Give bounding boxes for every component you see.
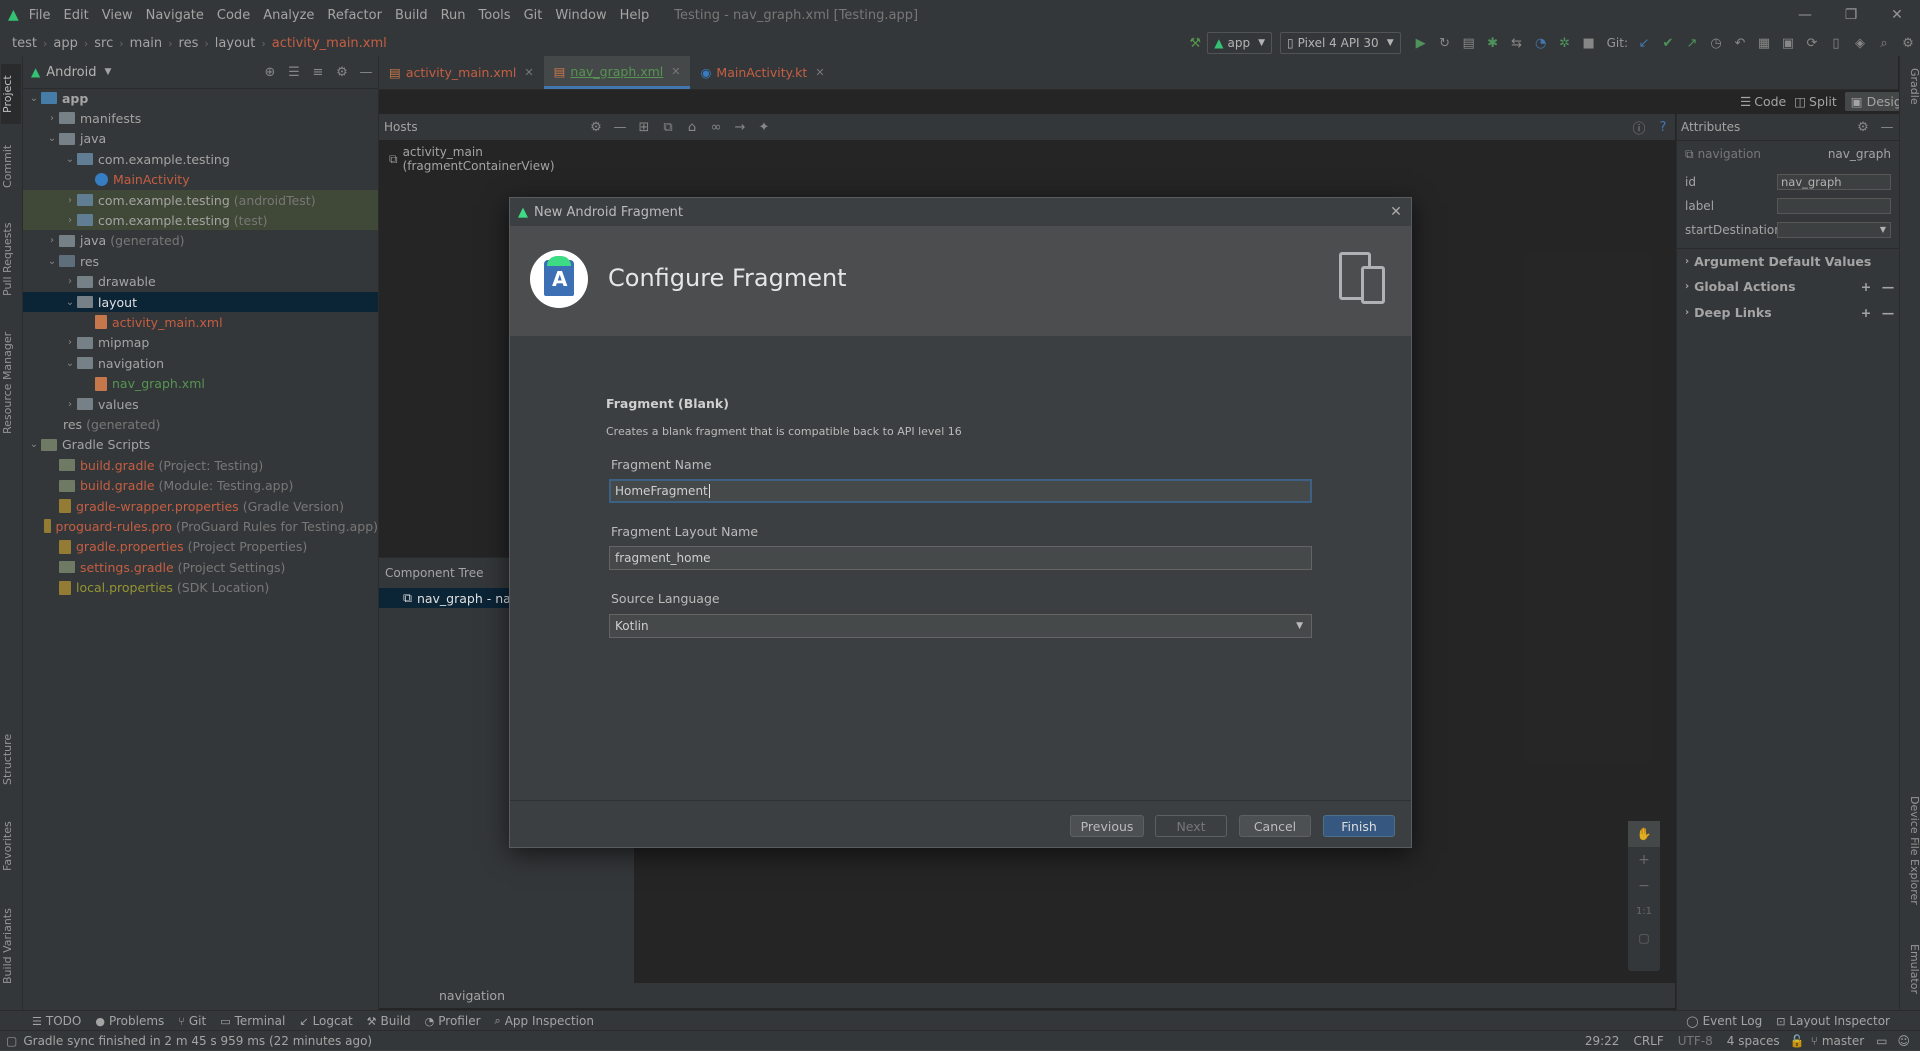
source-language-select[interactable]: Kotlin ▼ (609, 614, 1312, 638)
cancel-button[interactable]: Cancel (1239, 815, 1311, 837)
dialog-window-title: New Android Fragment (534, 204, 683, 220)
layout-name-input[interactable]: fragment_home (609, 546, 1312, 570)
android-studio-logo-icon: A (530, 250, 588, 308)
next-button[interactable]: Next (1155, 815, 1227, 837)
new-fragment-dialog: ▲ New Android Fragment ✕ A Configure Fra… (509, 197, 1412, 848)
fragment-name-label: Fragment Name (611, 457, 712, 472)
text-caret (708, 484, 710, 498)
android-logo-icon: ▲ (518, 204, 528, 220)
dialog-header: A Configure Fragment (510, 226, 1411, 336)
dialog-heading: Configure Fragment (608, 264, 847, 292)
previous-button[interactable]: Previous (1070, 815, 1144, 837)
template-description: Creates a blank fragment that is compati… (606, 425, 962, 438)
layout-name-label: Fragment Layout Name (611, 524, 759, 539)
template-name: Fragment (Blank) (606, 396, 729, 411)
dialog-title-bar: ▲ New Android Fragment ✕ (510, 198, 1411, 226)
close-icon[interactable]: ✕ (1381, 204, 1411, 220)
fragment-name-input[interactable]: HomeFragment (609, 479, 1312, 503)
fragment-name-value: HomeFragment (615, 484, 708, 498)
finish-button[interactable]: Finish (1323, 815, 1395, 837)
dialog-footer: Previous Next Cancel Finish (510, 800, 1411, 848)
device-form-factor-icon (1339, 252, 1387, 306)
source-language-label: Source Language (611, 591, 720, 606)
source-language-value: Kotlin (615, 619, 649, 633)
chevron-down-icon: ▼ (1296, 621, 1303, 631)
